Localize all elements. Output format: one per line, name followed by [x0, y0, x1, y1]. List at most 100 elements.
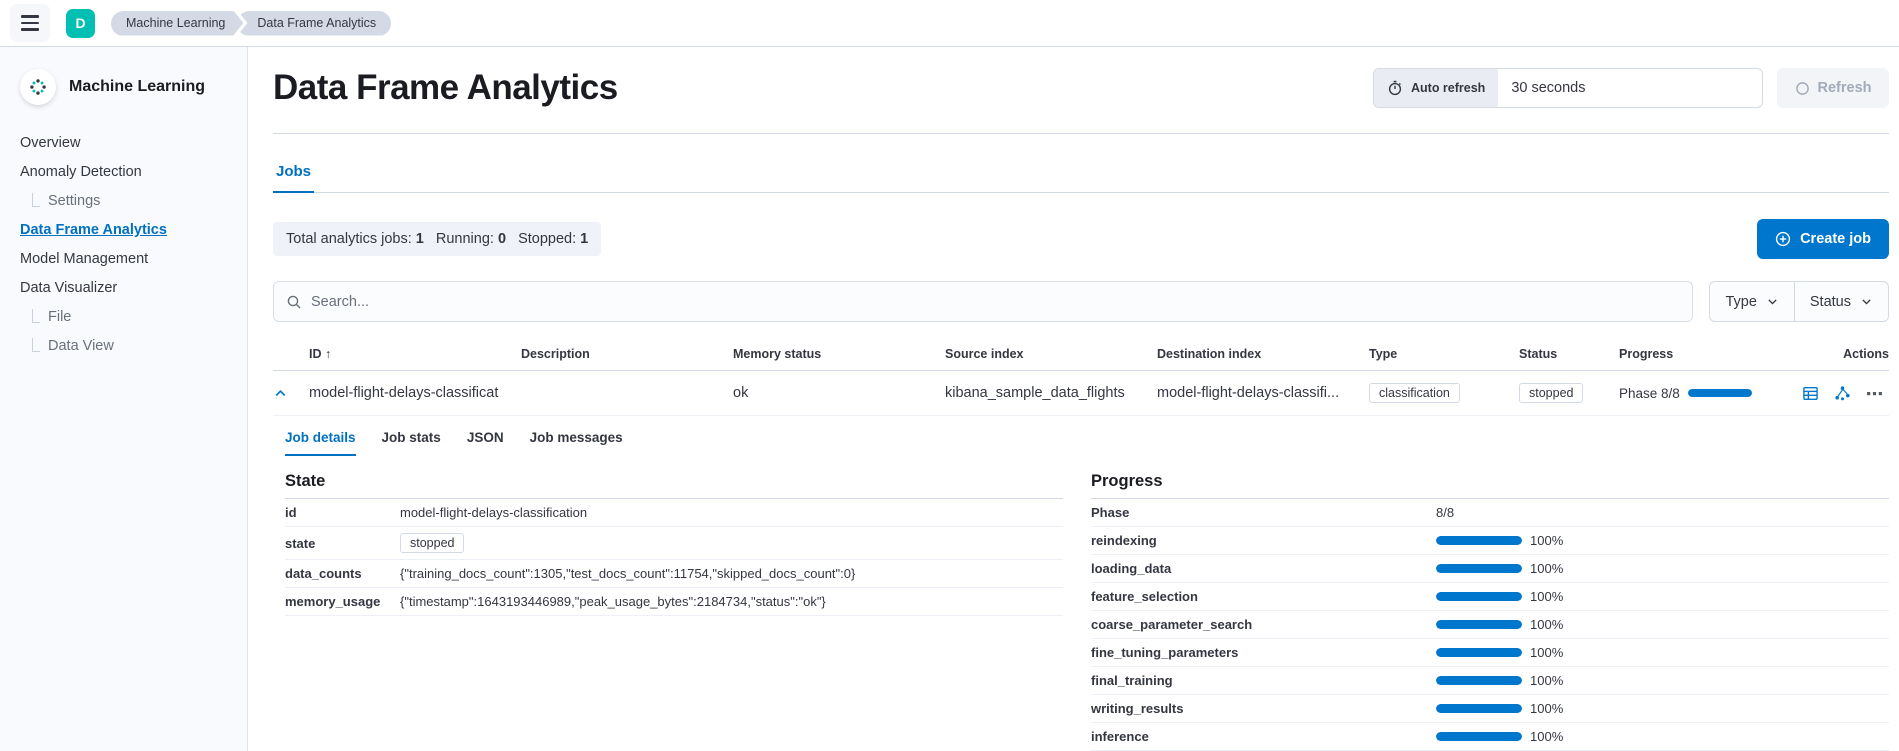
collapse-row-button[interactable] [273, 386, 309, 401]
hamburger-icon [21, 15, 39, 31]
detail-tabs: Job details Job stats JSON Job messages [285, 430, 1889, 456]
tab-job-stats[interactable]: Job stats [382, 430, 441, 456]
page-tabs: Jobs [273, 157, 1889, 193]
detail-panels: State id model-flight-delays-classificat… [285, 472, 1889, 751]
table-icon [1802, 385, 1819, 402]
column-header-source-index[interactable]: Source index [945, 347, 1157, 361]
cell-source-index: kibana_sample_data_flights [945, 385, 1157, 401]
state-row-memory-usage: memory_usage {"timestamp":1643193446989,… [285, 588, 1063, 616]
sidebar-item-data-frame-analytics[interactable]: Data Frame Analytics [20, 222, 231, 239]
tab-json[interactable]: JSON [467, 430, 504, 456]
expanded-job-detail: Job details Job stats JSON Job messages … [273, 416, 1889, 751]
row-actions-menu-button[interactable] [1866, 385, 1883, 402]
refresh-button[interactable]: Refresh [1777, 68, 1889, 108]
sidebar-item-settings[interactable]: Settings [20, 193, 231, 210]
sidebar: Machine Learning Overview Anomaly Detect… [0, 47, 248, 751]
progress-heading: Progress [1091, 472, 1889, 499]
state-row-id: id model-flight-delays-classification [285, 499, 1063, 527]
progress-bar [1688, 389, 1752, 397]
progress-row-final-training: final_training 100% [1091, 667, 1889, 695]
auto-refresh-interval[interactable]: 30 seconds [1498, 69, 1762, 107]
progress-row-loading-data: loading_data 100% [1091, 555, 1889, 583]
search-box [273, 281, 1693, 322]
sidebar-item-overview[interactable]: Overview [20, 135, 231, 152]
top-navigation-bar: D Machine Learning Data Frame Analytics [0, 0, 1899, 47]
progress-row-feature-selection: feature_selection 100% [1091, 583, 1889, 611]
cell-destination-index: model-flight-delays-classifi... [1157, 385, 1369, 401]
state-heading: State [285, 472, 1063, 499]
search-icon [286, 294, 302, 310]
column-header-type[interactable]: Type [1369, 347, 1519, 361]
sidebar-item-file[interactable]: File [20, 309, 231, 326]
cell-memory-status: ok [733, 385, 945, 401]
progress-bar [1436, 564, 1522, 573]
filter-group: Type Status [1709, 281, 1889, 322]
page-title: Data Frame Analytics [273, 68, 1373, 108]
tab-job-details[interactable]: Job details [285, 430, 356, 456]
column-header-id[interactable]: ID ↑ [309, 347, 521, 361]
cell-job-id: model-flight-delays-classificat [309, 385, 521, 401]
progress-row-fine-tuning-parameters: fine_tuning_parameters 100% [1091, 639, 1889, 667]
stats-row: Total analytics jobs: 1 Running: 0 Stopp… [273, 219, 1889, 259]
progress-bar [1436, 676, 1522, 685]
progress-row-coarse-parameter-search: coarse_parameter_search 100% [1091, 611, 1889, 639]
breadcrumb: Machine Learning Data Frame Analytics [111, 11, 391, 36]
type-badge: classification [1369, 383, 1460, 403]
table-row: model-flight-delays-classificat ok kiban… [273, 371, 1889, 416]
header-divider [273, 133, 1889, 134]
sidebar-item-data-view[interactable]: Data View [20, 338, 231, 355]
table-header-row: ID ↑ Description Memory status Source in… [273, 347, 1889, 371]
plus-circle-icon [1775, 231, 1791, 247]
status-filter-button[interactable]: Status [1794, 282, 1888, 321]
progress-row-inference: inference 100% [1091, 723, 1889, 751]
sidebar-item-model-management[interactable]: Model Management [20, 251, 231, 268]
sort-ascending-icon: ↑ [325, 347, 331, 361]
cell-status: stopped [1519, 383, 1619, 403]
search-row: Type Status [273, 281, 1889, 322]
sidebar-title: Machine Learning [69, 78, 205, 96]
view-job-results-button[interactable] [1802, 385, 1819, 402]
create-job-button[interactable]: Create job [1757, 219, 1889, 259]
menu-button[interactable] [10, 4, 50, 42]
progress-row-writing-results: writing_results 100% [1091, 695, 1889, 723]
sidebar-header: Machine Learning [20, 69, 231, 105]
chevron-down-icon [1860, 295, 1873, 308]
cell-type: classification [1369, 383, 1519, 403]
column-header-destination-index[interactable]: Destination index [1157, 347, 1369, 361]
breadcrumb-machine-learning[interactable]: Machine Learning [111, 11, 243, 36]
view-scatterplot-button[interactable] [1834, 385, 1851, 402]
tab-job-messages[interactable]: Job messages [530, 430, 623, 456]
sidebar-item-anomaly-detection[interactable]: Anomaly Detection [20, 164, 231, 181]
progress-row-phase: Phase 8/8 [1091, 499, 1889, 527]
scatter-graph-icon [1834, 385, 1851, 402]
jobs-table: ID ↑ Description Memory status Source in… [273, 347, 1889, 751]
cell-actions [1787, 385, 1889, 402]
column-header-description[interactable]: Description [521, 347, 733, 361]
machine-learning-icon [20, 69, 56, 105]
page-header: Data Frame Analytics Auto refresh 30 sec… [273, 68, 1889, 108]
state-row-state: state stopped [285, 527, 1063, 560]
space-avatar[interactable]: D [66, 9, 95, 38]
refresh-controls: Auto refresh 30 seconds Refresh [1373, 68, 1889, 108]
auto-refresh-toggle[interactable]: Auto refresh [1374, 69, 1498, 107]
column-header-memory-status[interactable]: Memory status [733, 347, 945, 361]
sidebar-item-data-visualizer[interactable]: Data Visualizer [20, 280, 231, 297]
main-content: Data Frame Analytics Auto refresh 30 sec… [249, 47, 1899, 751]
breadcrumb-data-frame-analytics[interactable]: Data Frame Analytics [237, 11, 391, 36]
progress-bar [1436, 536, 1522, 545]
type-filter-button[interactable]: Type [1710, 282, 1793, 321]
stopwatch-icon [1387, 80, 1403, 96]
auto-refresh-label: Auto refresh [1411, 81, 1485, 95]
tab-jobs[interactable]: Jobs [273, 157, 314, 193]
column-header-status[interactable]: Status [1519, 347, 1619, 361]
status-badge: stopped [1519, 383, 1583, 403]
progress-panel: Progress Phase 8/8 reindexing 100% loadi… [1091, 472, 1889, 751]
auto-refresh-control: Auto refresh 30 seconds [1373, 68, 1763, 108]
state-stopped-badge: stopped [400, 533, 464, 553]
chevron-down-icon [1766, 295, 1779, 308]
cell-progress: Phase 8/8 [1619, 386, 1787, 401]
state-panel: State id model-flight-delays-classificat… [285, 472, 1063, 751]
search-input[interactable] [311, 294, 1680, 310]
state-row-data-counts: data_counts {"training_docs_count":1305,… [285, 560, 1063, 588]
column-header-progress[interactable]: Progress [1619, 347, 1787, 361]
